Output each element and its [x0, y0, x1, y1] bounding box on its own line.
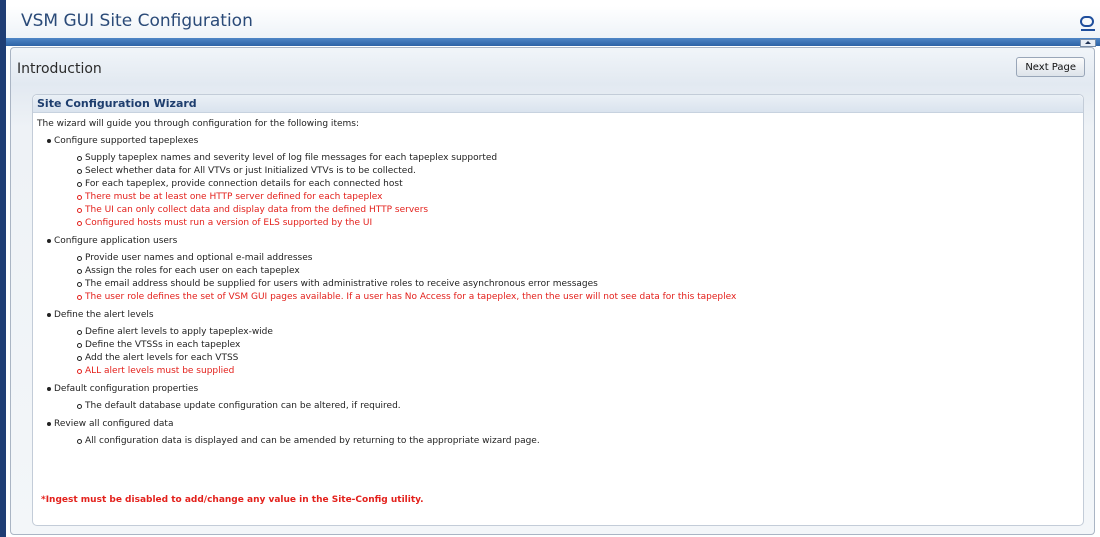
- list-item: Assign the roles for each user on each t…: [77, 265, 1083, 278]
- next-page-button[interactable]: Next Page: [1016, 57, 1085, 77]
- list-item: For each tapeplex, provide connection de…: [77, 178, 1083, 191]
- list-item: Select whether data for All VTVs or just…: [77, 165, 1083, 178]
- section-title: Configure application users: [37, 233, 1083, 249]
- section-title: Define the alert levels: [37, 307, 1083, 323]
- wizard-section: Configure supported tapeplexes Supply tap…: [37, 133, 1083, 230]
- window-left-border: [0, 0, 6, 537]
- list-item: There must be at least one HTTP server d…: [77, 191, 1083, 204]
- list-item: The UI can only collect data and display…: [77, 204, 1083, 217]
- list-item: The email address should be supplied for…: [77, 278, 1083, 291]
- wizard-section: Default configuration properties The defa…: [37, 381, 1083, 413]
- list-item: Configured hosts must run a version of E…: [77, 217, 1083, 230]
- sub-list: All configuration data is displayed and …: [37, 435, 1083, 448]
- wizard-title: Site Configuration Wizard: [37, 97, 197, 110]
- section-title: Review all configured data: [37, 416, 1083, 432]
- list-item: Provide user names and optional e-mail a…: [77, 252, 1083, 265]
- list-item: Define the VTSSs in each tapeplex: [77, 339, 1083, 352]
- list-item: Add the alert levels for each VTSS: [77, 352, 1083, 365]
- collapse-icon[interactable]: [1080, 39, 1096, 47]
- sub-list: The default database update configuratio…: [37, 400, 1083, 413]
- wizard-content: The wizard will guide you through config…: [33, 113, 1083, 448]
- introduction-panel: Introduction Next Page Site Configuratio…: [10, 47, 1095, 535]
- list-item: The user role defines the set of VSM GUI…: [77, 291, 1083, 304]
- list-item: The default database update configuratio…: [77, 400, 1083, 413]
- section-title: Configure supported tapeplexes: [37, 133, 1083, 149]
- section-list: Configure supported tapeplexes Supply tap…: [37, 133, 1083, 448]
- list-item: ALL alert levels must be supplied: [77, 365, 1083, 378]
- oracle-logo-icon: [1080, 16, 1094, 27]
- app-title: VSM GUI Site Configuration: [21, 11, 253, 31]
- wizard-box-header: Site Configuration Wizard: [33, 95, 1083, 113]
- ingest-warning: *Ingest must be disabled to add/change a…: [41, 495, 424, 505]
- sub-list: Provide user names and optional e-mail a…: [37, 252, 1083, 304]
- wizard-intro: The wizard will guide you through config…: [37, 119, 359, 129]
- panel-title: Introduction: [17, 61, 102, 77]
- list-item: All configuration data is displayed and …: [77, 435, 1083, 448]
- list-item: Supply tapeplex names and severity level…: [77, 152, 1083, 165]
- app-header: VSM GUI Site Configuration: [6, 6, 1100, 38]
- section-title: Default configuration properties: [37, 381, 1083, 397]
- oracle-logo-bar: [1081, 29, 1095, 31]
- wizard-section: Review all configured data All configurat…: [37, 416, 1083, 448]
- wizard-section: Configure application users Provide user …: [37, 233, 1083, 304]
- header-band: [6, 38, 1100, 46]
- sub-list: Supply tapeplex names and severity level…: [37, 152, 1083, 230]
- list-item: Define alert levels to apply tapeplex-wi…: [77, 326, 1083, 339]
- wizard-section: Define the alert levels Define alert leve…: [37, 307, 1083, 378]
- wizard-box: Site Configuration Wizard The wizard wil…: [32, 94, 1084, 526]
- sub-list: Define alert levels to apply tapeplex-wi…: [37, 326, 1083, 378]
